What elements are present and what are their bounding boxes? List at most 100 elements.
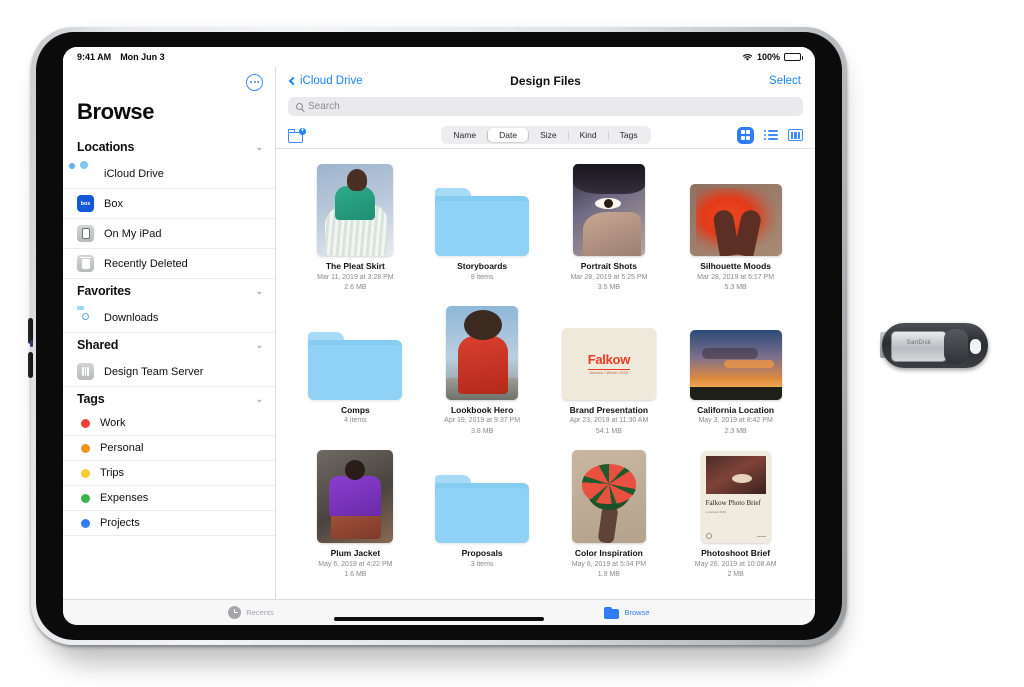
file-grid: The Pleat Skirt Mar 11, 2019 at 3:28 PM …	[276, 148, 815, 599]
sidebar-item-label: Expenses	[100, 492, 149, 504]
sidebar-item-label: Trips	[100, 467, 125, 479]
file-item-brand-presentation[interactable]: Falkow Autumn / Winter 2019 Brand Presen…	[546, 303, 673, 447]
file-name: Portrait Shots	[580, 261, 637, 271]
sidebar-item-design-team-server[interactable]: Design Team Server	[63, 357, 275, 387]
icloud-drive-icon	[77, 165, 94, 182]
smart-connector-dot	[30, 340, 33, 347]
volume-down-button[interactable]	[28, 352, 33, 378]
file-item-count: 4 items	[344, 417, 367, 425]
file-name: Brand Presentation	[569, 404, 649, 415]
home-indicator[interactable]	[334, 617, 544, 621]
file-item-count: 8 items	[470, 273, 494, 281]
file-item-comps[interactable]: Comps 4 items	[292, 303, 419, 447]
sidebar-item-tag-trips[interactable]: Trips	[63, 461, 275, 486]
sort-option-size[interactable]: Size	[529, 128, 568, 142]
server-icon	[77, 363, 94, 380]
new-folder-icon[interactable]: +	[288, 127, 306, 143]
sidebar-item-label: Work	[100, 417, 126, 429]
file-item-california-location[interactable]: California Location May 3, 2019 at 8:42 …	[672, 303, 799, 447]
file-name: Storyboards	[457, 261, 508, 271]
file-thumbnail	[317, 164, 394, 256]
file-size: 2 MB	[727, 571, 744, 579]
file-item-lookbook-hero[interactable]: Lookbook Hero Apr 19, 2019 at 9:37 PM 3.…	[419, 303, 546, 447]
sidebar-section-locations[interactable]: Locations ⌄	[63, 135, 275, 159]
chevron-down-icon[interactable]: ⌄	[256, 142, 264, 152]
file-item-proposals[interactable]: Proposals 3 items	[419, 446, 546, 590]
usb-lanyard-loop	[970, 339, 981, 354]
sidebar-item-label: Box	[104, 197, 123, 210]
file-name: Color Inspiration	[574, 548, 643, 558]
grid-view-icon[interactable]	[737, 126, 754, 144]
status-bar-left: 9:41 AM Mon Jun 3	[77, 52, 165, 62]
ellipsis-dot	[257, 81, 259, 83]
chevron-down-icon[interactable]: ⌄	[256, 286, 264, 296]
file-date: Mar 28, 2019 at 6:17 PM	[697, 273, 775, 281]
thumbnail-photo	[705, 456, 766, 494]
section-label: Shared	[77, 338, 119, 352]
sidebar-item-tag-personal[interactable]: Personal	[63, 436, 275, 461]
chevron-down-icon[interactable]: ⌄	[256, 340, 264, 350]
sidebar-item-label: Design Team Server	[104, 365, 204, 378]
file-name: Photoshoot Brief	[701, 548, 771, 558]
file-grid-row: Comps 4 items Lookbook Hero Apr 19, 2019…	[292, 303, 799, 447]
status-date: Mon Jun 3	[120, 52, 165, 62]
file-date: Apr 23, 2019 at 11:30 AM	[569, 417, 649, 425]
sidebar-item-label: Downloads	[104, 311, 159, 324]
file-size: 2.3 MB	[724, 427, 747, 435]
ellipsis-dot	[253, 81, 256, 83]
split-view: Browse Locations ⌄ iCloud Drive box Box	[63, 67, 815, 599]
search-input[interactable]: Search	[288, 97, 803, 116]
file-item-photoshoot-brief[interactable]: Falkow Photo Brief Lookbook 2019 Photosh…	[672, 446, 799, 590]
navigation-bar: iCloud Drive Design Files Select	[276, 67, 815, 95]
sidebar-section-favorites[interactable]: Favorites ⌄	[63, 279, 275, 303]
file-item-plum-jacket[interactable]: Plum Jacket May 6, 2019 at 4:22 PM 1.6 M…	[292, 446, 419, 590]
tag-dot-icon	[81, 493, 90, 503]
file-date: May 6, 2019 at 5:34 PM	[571, 560, 647, 568]
file-item-silhouette-moods[interactable]: Silhouette Moods Mar 28, 2019 at 6:17 PM…	[672, 159, 799, 303]
back-button[interactable]: iCloud Drive	[288, 75, 363, 87]
chevron-down-icon[interactable]: ⌄	[256, 394, 264, 404]
sort-option-date[interactable]: Date	[488, 128, 529, 142]
list-view-icon[interactable]	[764, 130, 778, 140]
select-button[interactable]: Select	[769, 75, 801, 87]
sidebar-item-tag-expenses[interactable]: Expenses	[63, 486, 275, 511]
file-item-storyboards[interactable]: Storyboards 8 items	[419, 159, 546, 303]
sidebar-section-shared[interactable]: Shared ⌄	[63, 333, 275, 357]
thumbnail-logo-mark	[705, 533, 712, 539]
sort-option-tags[interactable]: Tags	[609, 128, 649, 142]
ellipsis-circle-icon[interactable]	[246, 73, 263, 91]
file-item-portrait-shots[interactable]: Portrait Shots Mar 28, 2019 at 5:25 PM 3…	[546, 159, 673, 303]
search-placeholder: Search	[308, 101, 340, 112]
sidebar-item-on-my-ipad[interactable]: On My iPad	[63, 219, 275, 249]
file-date: May 6, 2019 at 4:22 PM	[318, 560, 393, 568]
sort-option-kind[interactable]: Kind	[569, 128, 608, 142]
sort-segmented-control[interactable]: Name Date Size Kind Tags	[440, 126, 651, 144]
sidebar-item-recently-deleted[interactable]: Recently Deleted	[63, 249, 275, 279]
file-date: May 26, 2019 at 10:08 AM	[694, 560, 777, 568]
ipad-icon	[77, 225, 94, 242]
file-size: 3.8 MB	[471, 427, 494, 435]
sidebar-item-tag-projects[interactable]: Projects	[63, 511, 275, 536]
thumbnail-doc-subtitle: Lookbook 2019	[705, 510, 727, 515]
status-bar: 9:41 AM Mon Jun 3 100%	[63, 47, 815, 67]
folder-icon	[435, 473, 530, 543]
file-name: California Location	[697, 404, 775, 415]
column-view-icon[interactable]	[788, 129, 803, 141]
usb-slider[interactable]	[944, 329, 968, 364]
tag-dot-icon	[81, 443, 90, 453]
sort-option-name[interactable]: Name	[442, 128, 487, 142]
file-item-color-inspiration[interactable]: Color Inspiration May 6, 2019 at 5:34 PM…	[546, 446, 673, 590]
tab-label: Recents	[246, 608, 274, 617]
chevron-left-icon	[288, 76, 298, 86]
thumbnail-footer-rule	[756, 535, 766, 537]
tag-dot-icon	[81, 418, 90, 428]
file-size: 1.6 MB	[344, 571, 367, 579]
file-item-the-pleat-skirt[interactable]: The Pleat Skirt Mar 11, 2019 at 3:28 PM …	[292, 159, 419, 303]
sidebar-item-downloads[interactable]: Downloads	[63, 303, 275, 333]
sidebar-item-box[interactable]: box Box	[63, 189, 275, 219]
sidebar-item-label: Personal	[100, 442, 144, 454]
sidebar-section-tags[interactable]: Tags ⌄	[63, 387, 275, 411]
tag-dot-icon	[81, 468, 90, 478]
sidebar-item-icloud-drive[interactable]: iCloud Drive	[63, 159, 275, 189]
sidebar-item-tag-work[interactable]: Work	[63, 411, 275, 436]
